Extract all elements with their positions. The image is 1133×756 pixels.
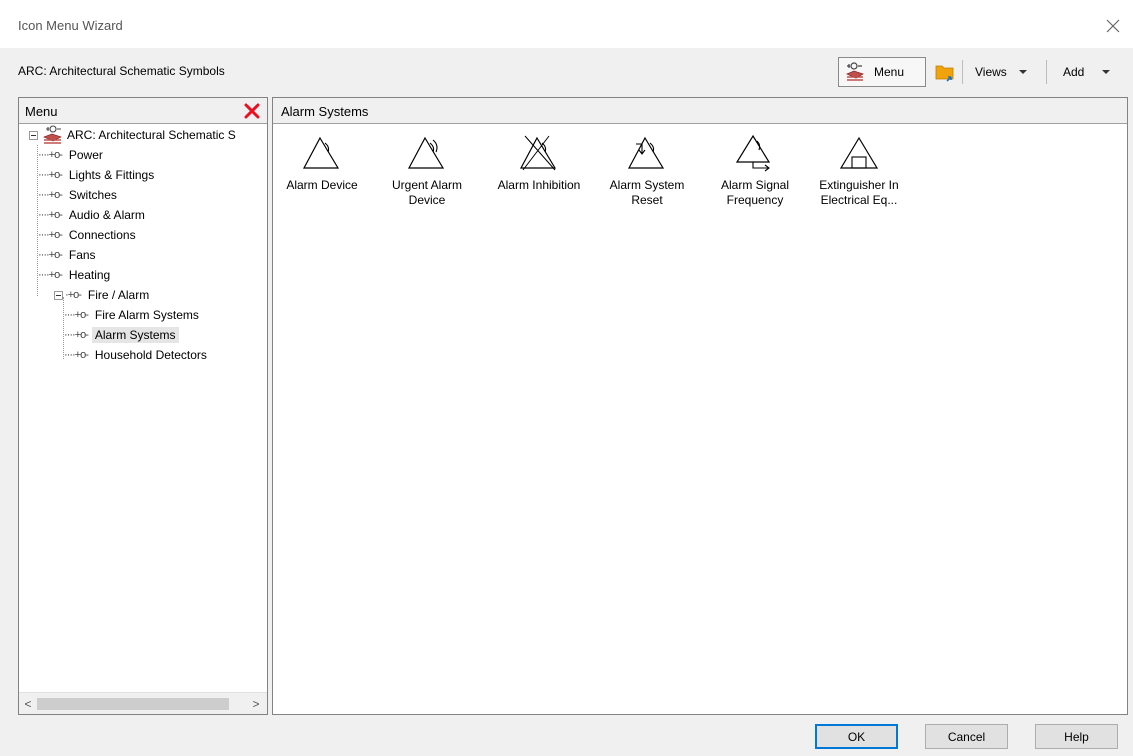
icon-gallery-pane: Alarm Systems Alarm Device Urgent Alarm D… [272,97,1128,715]
tree-item-alarm-systems[interactable]: ····+o- Alarm Systems [64,325,179,345]
tree-item-fire-alarm-systems[interactable]: ····+o- Fire Alarm Systems [64,305,202,325]
symbol-node-icon: ·+o- [65,289,82,301]
views-label: Views [975,65,1007,79]
symbol-node-icon: ····+o- [38,229,63,241]
tree-item-label: Alarm Systems [91,327,179,343]
open-folder-button[interactable] [930,57,960,87]
library-label: ARC: Architectural Schematic Symbols [18,64,225,78]
chevron-down-icon [1102,70,1111,74]
urgent-alarm-device-icon [408,136,445,169]
toolbar-separator [962,60,963,84]
views-dropdown[interactable]: Views [966,57,1044,87]
tree-item-fire-alarm[interactable]: ·+o- Fire / Alarm [54,285,152,305]
tree-item-power[interactable]: ····+o- Power [38,145,106,165]
tree-item-lights-fittings[interactable]: ····+o- Lights & Fittings [38,165,157,185]
tree-item-label: Lights & Fittings [68,168,155,182]
tree-item-label: Switches [68,188,117,202]
tree-item-switches[interactable]: ····+o- Switches [38,185,120,205]
symbol-node-icon: ····+o- [38,209,63,221]
horizontal-scrollbar[interactable]: < > [19,692,267,714]
icon-item-alarm-inhibition[interactable]: Alarm Inhibition [493,126,585,193]
folder-icon [935,65,954,82]
tree-item-label: Heating [68,268,111,282]
icon-item-alarm-signal-frequency[interactable]: Alarm Signal Frequency [709,126,801,208]
tree-item-fans[interactable]: ····+o- Fans [38,245,99,265]
symbol-node-icon: ····+o- [38,249,63,261]
tree-item-label: Power [68,148,103,162]
alarm-system-reset-icon [628,136,665,169]
scroll-left-icon[interactable]: < [21,697,35,711]
icon-label: Urgent Alarm Device [391,178,463,207]
close-window-icon[interactable] [1099,12,1127,40]
gallery-title: Alarm Systems [281,104,369,119]
tree-item-label: Household Detectors [94,348,207,362]
tree-item-label: ARC: Architectural Schematic S [67,128,236,142]
help-button[interactable]: Help [1035,724,1118,749]
extinguisher-electrical-icon [839,136,879,169]
tree-item-root[interactable]: ARC: Architectural Schematic S [29,125,239,145]
cancel-button[interactable]: Cancel [925,724,1008,749]
ok-button[interactable]: OK [815,724,898,749]
window-title: Icon Menu Wizard [18,18,123,33]
tree-item-heating[interactable]: ····+o- Heating [38,265,113,285]
scroll-right-icon[interactable]: > [249,697,263,711]
alarm-device-icon [303,136,340,169]
tree-item-label: Fire / Alarm [87,288,150,302]
icon-item-alarm-device[interactable]: Alarm Device [276,126,368,193]
title-bar: Icon Menu Wizard [0,0,1133,48]
delete-icon[interactable] [243,102,261,120]
icon-label: Extinguisher In Electrical Eq... [819,178,899,207]
tree-item-label: Connections [68,228,136,242]
icon-item-urgent-alarm-device[interactable]: Urgent Alarm Device [381,126,473,208]
tree-item-audio-alarm[interactable]: ····+o- Audio & Alarm [38,205,148,225]
symbol-node-icon: ····+o- [38,189,63,201]
menu-button-label: Menu [874,65,905,79]
collapse-icon[interactable] [54,290,63,300]
symbol-node-icon: ····+o- [64,349,89,361]
symbol-node-icon: ····+o- [38,149,63,161]
icon-label: Alarm Device [286,178,358,192]
alarm-inhibition-icon [520,135,557,171]
tree-item-label: Fire Alarm Systems [94,308,199,322]
icon-label: Alarm System Reset [609,178,685,207]
menu-pane-header: Menu [19,98,267,124]
tree-item-label: Audio & Alarm [68,208,145,222]
gallery-header: Alarm Systems [273,98,1127,124]
alarm-signal-frequency-icon [735,134,771,172]
collapse-icon[interactable] [29,130,38,140]
tree-item-household-detectors[interactable]: ····+o- Household Detectors [64,345,210,365]
symbol-node-icon: ····+o- [64,329,89,341]
menu-button[interactable]: Menu [838,57,926,87]
symbol-node-icon: ····+o- [38,169,63,181]
menu-pane-title: Menu [25,104,58,119]
tree-item-label: Fans [68,248,96,262]
menu-tree: ARC: Architectural Schematic S ····+o- P… [19,125,267,692]
toolbar-separator [1046,60,1047,84]
add-dropdown[interactable]: Add [1052,57,1126,87]
icon-item-alarm-system-reset[interactable]: Alarm System Reset [601,126,693,208]
symbol-node-icon: ····+o- [38,269,63,281]
symbol-library-icon [43,125,62,144]
icon-label: Alarm Inhibition [497,178,581,192]
menu-tree-pane: Menu ARC: Architectural Schematic S ····… [18,97,268,715]
icon-label: Alarm Signal Frequency [720,178,790,207]
chevron-down-icon [1018,70,1027,74]
menu-icon [846,62,864,81]
icon-item-extinguisher-electrical[interactable]: Extinguisher In Electrical Eq... [813,126,905,208]
scrollbar-thumb[interactable] [37,698,229,710]
tree-item-connections[interactable]: ····+o- Connections [38,225,139,245]
add-label: Add [1063,65,1085,79]
symbol-node-icon: ····+o- [64,309,89,321]
